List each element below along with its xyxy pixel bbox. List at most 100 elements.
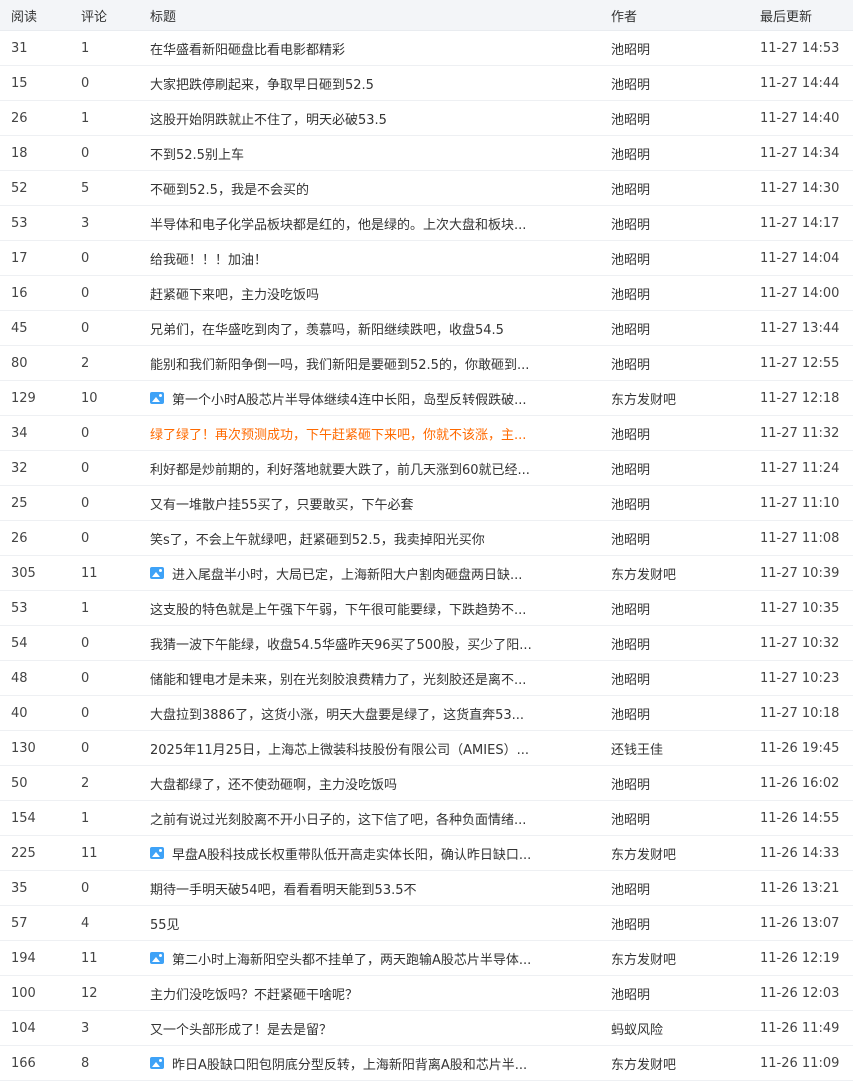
read-count: 80 <box>11 355 28 371</box>
author-link[interactable]: 池昭明 <box>600 459 750 478</box>
post-title-cell: 早盘A股科技成长权重带队低开高走实体长阳，确认昨日缺口... <box>140 844 600 863</box>
post-title-link[interactable]: 赶紧砸下来吧，主力没吃饭吗 <box>150 284 319 303</box>
comment-count: 1 <box>81 600 90 616</box>
author-link[interactable]: 池昭明 <box>600 424 750 443</box>
table-row: 31 1 在华盛看新阳砸盘比看电影都精彩 池昭明 11-27 14:53 <box>0 31 853 66</box>
post-title-link[interactable]: 昨日A股缺口阳包阴底分型反转，上海新阳背离A股和芯片半... <box>172 1054 527 1073</box>
table-row: 35 0 期待一手明天破54吧，看看看明天能到53.5不 池昭明 11-26 13:21 <box>0 871 853 906</box>
post-title-link[interactable]: 大家把跌停刷起来，争取早日砸到52.5 <box>150 74 374 93</box>
read-count: 26 <box>11 530 28 546</box>
author-link[interactable]: 蚂蚁风险 <box>600 1019 750 1038</box>
comment-count: 0 <box>81 460 90 476</box>
author-link[interactable]: 还钱王佳 <box>600 739 750 758</box>
post-title-link[interactable]: 利好都是炒前期的，利好落地就要大跌了，前几天涨到60就已经... <box>150 459 530 478</box>
author-link[interactable]: 池昭明 <box>600 774 750 793</box>
author-link[interactable]: 池昭明 <box>600 599 750 618</box>
post-title-cell: 第一个小时A股芯片半导体继续4连中长阳，岛型反转假跌破... <box>140 389 600 408</box>
author-link[interactable]: 池昭明 <box>600 634 750 653</box>
author-link[interactable]: 池昭明 <box>600 109 750 128</box>
author-link[interactable]: 池昭明 <box>600 984 750 1003</box>
read-count: 31 <box>11 40 28 56</box>
post-title-link[interactable]: 在华盛看新阳砸盘比看电影都精彩 <box>150 39 345 58</box>
author-link[interactable]: 池昭明 <box>600 704 750 723</box>
post-title-cell: 绿了绿了！再次预测成功，下午赶紧砸下来吧，你就不该涨，主... <box>140 424 600 443</box>
post-title-link[interactable]: 第二小时上海新阳空头都不挂单了，两天跑输A股芯片半导体... <box>172 949 531 968</box>
table-row: 80 2 能别和我们新阳争倒一吗，我们新阳是要砸到52.5的，你敢砸到... 池昭明 1… <box>0 346 853 381</box>
author-link[interactable]: 东方发财吧 <box>600 389 750 408</box>
author-link[interactable]: 东方发财吧 <box>600 564 750 583</box>
post-title-link[interactable]: 第一个小时A股芯片半导体继续4连中长阳，岛型反转假跌破... <box>172 389 527 408</box>
post-title-link[interactable]: 半导体和电子化学品板块都是红的，他是绿的。上次大盘和板块... <box>150 214 526 233</box>
post-title-link[interactable]: 又一个头部形成了！是去是留？ <box>150 1019 332 1038</box>
author-link[interactable]: 池昭明 <box>600 354 750 373</box>
comment-count: 5 <box>81 180 90 196</box>
author-link[interactable]: 池昭明 <box>600 529 750 548</box>
author-link[interactable]: 池昭明 <box>600 669 750 688</box>
author-link[interactable]: 池昭明 <box>600 494 750 513</box>
post-title-cell: 期待一手明天破54吧，看看看明天能到53.5不 <box>140 879 600 898</box>
post-title-link[interactable]: 大盘都绿了，还不使劲砸啊，主力没吃饭吗 <box>150 774 397 793</box>
read-count: 50 <box>11 775 28 791</box>
comment-count: 0 <box>81 670 90 686</box>
author-link[interactable]: 池昭明 <box>600 879 750 898</box>
last-updated: 11-26 19:45 <box>760 740 840 756</box>
post-title-link[interactable]: 兄弟们，在华盛吃到肉了，羡慕吗，新阳继续跌吧，收盘54.5 <box>150 319 504 338</box>
author-link[interactable]: 池昭明 <box>600 74 750 93</box>
post-title-link[interactable]: 给我砸！！！加油！ <box>150 249 267 268</box>
author-link[interactable]: 池昭明 <box>600 179 750 198</box>
author-link[interactable]: 东方发财吧 <box>600 1054 750 1073</box>
table-row: 40 0 大盘拉到3886了，这货小涨，明天大盘要是绿了，这货直奔53... 池昭明 1… <box>0 696 853 731</box>
post-title-link[interactable]: 进入尾盘半小时，大局已定，上海新阳大户割肉砸盘两日缺... <box>172 564 522 583</box>
author-link[interactable]: 池昭明 <box>600 249 750 268</box>
last-updated: 11-27 12:55 <box>760 355 840 371</box>
author-link[interactable]: 池昭明 <box>600 319 750 338</box>
last-updated: 11-26 12:03 <box>760 985 840 1001</box>
table-row: 16 0 赶紧砸下来吧，主力没吃饭吗 池昭明 11-27 14:00 <box>0 276 853 311</box>
post-title-link[interactable]: 又有一堆散户挂55买了，只要敢买，下午必套 <box>150 494 414 513</box>
header-read[interactable]: 阅读 <box>0 6 70 25</box>
table-body: 31 1 在华盛看新阳砸盘比看电影都精彩 池昭明 11-27 14:53 15 0 大家把跌停… <box>0 31 853 1081</box>
post-title-link[interactable]: 期待一手明天破54吧，看看看明天能到53.5不 <box>150 879 417 898</box>
table-row: 57 4 55见 池昭明 11-26 13:07 <box>0 906 853 941</box>
post-title-link[interactable]: 能别和我们新阳争倒一吗，我们新阳是要砸到52.5的，你敢砸到... <box>150 354 529 373</box>
read-count: 154 <box>11 810 36 826</box>
post-title-cell: 主力们没吃饭吗？不赶紧砸干啥呢？ <box>140 984 600 1003</box>
image-icon <box>150 952 164 964</box>
post-title-link[interactable]: 不砸到52.5，我是不会买的 <box>150 179 309 198</box>
post-title-link[interactable]: 不到52.5别上车 <box>150 144 244 163</box>
author-link[interactable]: 池昭明 <box>600 39 750 58</box>
author-link[interactable]: 池昭明 <box>600 809 750 828</box>
last-updated: 11-27 14:53 <box>760 40 840 56</box>
author-link[interactable]: 东方发财吧 <box>600 844 750 863</box>
post-title-cell: 在华盛看新阳砸盘比看电影都精彩 <box>140 39 600 58</box>
post-title-link[interactable]: 2025年11月25日，上海芯上微装科技股份有限公司（AMIES）... <box>150 739 529 758</box>
post-title-link[interactable]: 主力们没吃饭吗？不赶紧砸干啥呢？ <box>150 984 358 1003</box>
post-title-link[interactable]: 55见 <box>150 914 180 933</box>
read-count: 17 <box>11 250 28 266</box>
post-title-link[interactable]: 早盘A股科技成长权重带队低开高走实体长阳，确认昨日缺口... <box>172 844 531 863</box>
post-title-link[interactable]: 笑s了，不会上午就绿吧，赶紧砸到52.5，我卖掉阳光买你 <box>150 529 485 548</box>
post-title-cell: 大盘拉到3886了，这货小涨，明天大盘要是绿了，这货直奔53... <box>140 704 600 723</box>
author-link[interactable]: 池昭明 <box>600 284 750 303</box>
header-updated[interactable]: 最后更新 <box>750 6 853 25</box>
post-title-link[interactable]: 这股开始阴跌就止不住了，明天必破53.5 <box>150 109 387 128</box>
post-title-cell: 半导体和电子化学品板块都是红的，他是绿的。上次大盘和板块... <box>140 214 600 233</box>
header-comment[interactable]: 评论 <box>70 6 140 25</box>
author-link[interactable]: 池昭明 <box>600 144 750 163</box>
author-link[interactable]: 东方发财吧 <box>600 949 750 968</box>
post-title-link[interactable]: 我猜一波下午能绿，收盘54.5华盛昨天96买了500股，买少了阳... <box>150 634 532 653</box>
comment-count: 11 <box>81 845 98 861</box>
read-count: 52 <box>11 180 28 196</box>
table-row: 104 3 又一个头部形成了！是去是留？ 蚂蚁风险 11-26 11:49 <box>0 1011 853 1046</box>
post-title-link[interactable]: 之前有说过光刻胶离不开小日子的，这下信了吧，各种负面情绪... <box>150 809 526 828</box>
post-title-link[interactable]: 储能和锂电才是未来，别在光刻胶浪费精力了，光刻胶还是离不... <box>150 669 526 688</box>
last-updated: 11-26 12:19 <box>760 950 840 966</box>
author-link[interactable]: 池昭明 <box>600 914 750 933</box>
post-title-link[interactable]: 大盘拉到3886了，这货小涨，明天大盘要是绿了，这货直奔53... <box>150 704 524 723</box>
read-count: 129 <box>11 390 36 406</box>
post-title-cell: 55见 <box>140 914 600 933</box>
last-updated: 11-26 16:02 <box>760 775 840 791</box>
post-title-link[interactable]: 绿了绿了！再次预测成功，下午赶紧砸下来吧，你就不该涨，主... <box>150 424 526 443</box>
post-title-link[interactable]: 这支股的特色就是上午强下午弱，下午很可能要绿，下跌趋势不... <box>150 599 526 618</box>
author-link[interactable]: 池昭明 <box>600 214 750 233</box>
